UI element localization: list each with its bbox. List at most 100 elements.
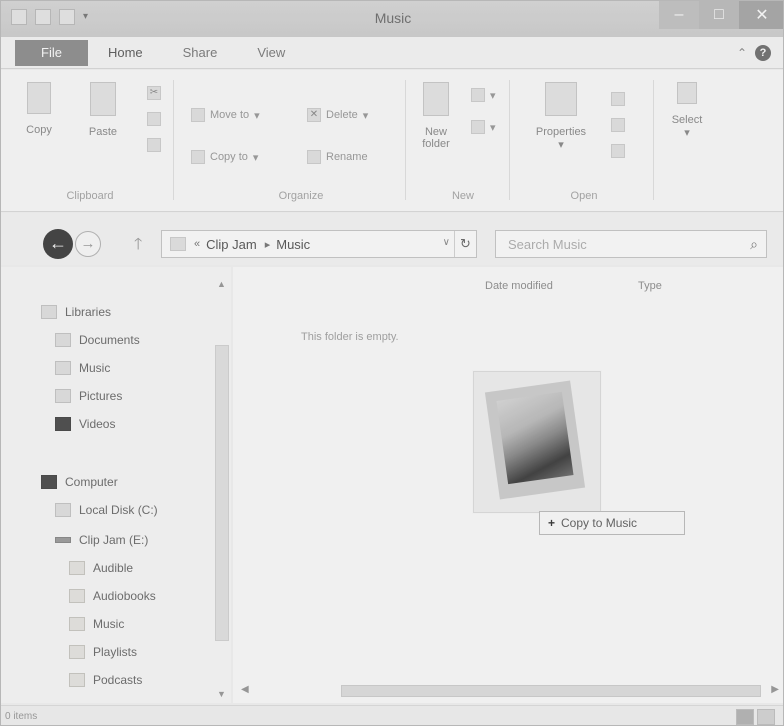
tab-view[interactable]: View [237,37,305,69]
scroll-down-icon[interactable]: ▼ [217,689,226,699]
rename-label: Rename [326,151,368,163]
tab-file[interactable]: File [15,39,88,66]
ribbon-separator [405,80,406,200]
folder-icon [69,589,85,603]
up-button[interactable]: 🡑 [134,233,142,260]
copy-button[interactable]: Copy [19,82,59,136]
documents-icon [55,333,71,347]
sidebar-folder-music[interactable]: Music [69,617,124,631]
move-to-button[interactable]: Move to ▾ [191,108,260,122]
delete-icon: ✕ [307,108,321,122]
copy-to-button[interactable]: Copy to ▾ [191,150,258,164]
new-folder-button[interactable]: New folder [413,82,459,150]
rename-button[interactable]: Rename [307,150,368,164]
horizontal-scrollbar[interactable]: ◀ ▶ [233,681,783,701]
file-list-pane: Date modified Type This folder is empty.… [233,267,783,703]
sidebar-folder-playlists[interactable]: Playlists [69,645,137,659]
thumbnail-image [496,391,574,485]
breadcrumb-music[interactable]: Music [276,237,310,252]
forward-button[interactable]: → [75,231,101,257]
refresh-button[interactable]: ↻ [454,231,476,257]
sidebar-item-label: Audible [93,561,134,575]
tab-home[interactable]: Home [88,37,163,69]
back-arrow-icon: ← [49,233,67,253]
back-button[interactable]: ← [43,229,73,259]
minimize-icon: – [674,6,684,23]
paste-button[interactable]: Paste [83,82,123,138]
maximize-button[interactable]: □ [699,1,739,29]
sidebar-item-pictures[interactable]: Pictures [55,389,122,403]
select-button[interactable]: Select ▾ [661,82,713,139]
tab-share[interactable]: Share [163,37,238,69]
paste-label: Paste [88,126,118,138]
open-button[interactable] [611,92,625,106]
scroll-left-icon[interactable]: ◀ [241,684,249,695]
details-view-icon[interactable] [736,709,754,725]
breadcrumb-overflow-icon[interactable]: « [194,238,200,250]
sidebar-item-local-disk[interactable]: Local Disk (C:) [55,503,158,517]
local-disk-icon [55,503,71,517]
properties-icon [545,82,577,116]
scroll-right-icon[interactable]: ▶ [771,684,779,695]
column-header-date-modified[interactable]: Date modified [485,280,553,292]
history-icon [611,144,625,158]
scroll-up-icon[interactable]: ▲ [217,279,226,289]
window-controls: – □ ✕ [659,1,783,29]
cut-button[interactable]: ✂ [147,86,161,100]
select-icon [677,82,697,104]
address-bar[interactable]: « Clip Jam ▸ Music ∨ ↻ [161,230,477,258]
select-label: Select [671,114,703,126]
sidebar-item-computer[interactable]: Computer [41,475,118,489]
sidebar-item-documents[interactable]: Documents [55,333,140,347]
ribbon: Copy Paste ✂ Clipboard Move to ▾ Copy to… [1,70,783,212]
easy-access-button[interactable]: ▾ [471,120,496,134]
folder-icon [69,645,85,659]
column-header-type[interactable]: Type [638,280,662,292]
search-box[interactable]: Search Music ⌕ [495,230,767,258]
sidebar-item-libraries[interactable]: Libraries [41,305,111,319]
sidebar-item-videos[interactable]: Videos [55,417,115,431]
sidebar-folder-podcasts[interactable]: Podcasts [69,673,142,687]
move-to-dropdown-icon: ▾ [254,109,260,122]
sidebar-folder-audiobooks[interactable]: Audiobooks [69,589,156,603]
new-folder-icon [423,82,449,116]
music-icon [55,361,71,375]
breadcrumb-separator-icon[interactable]: ▸ [265,238,271,251]
sidebar-item-clip-jam[interactable]: Clip Jam (E:) [55,533,148,547]
close-button[interactable]: ✕ [739,1,783,29]
sidebar-item-label: Clip Jam (E:) [79,533,149,547]
copy-to-label: Copy to [210,151,248,163]
paste-shortcut-button[interactable] [147,138,161,152]
scrollbar-thumb[interactable] [215,345,229,641]
up-arrow-icon: 🡑 [134,236,143,253]
edit-button[interactable] [611,118,625,132]
properties-button[interactable]: Properties ▾ [521,82,601,151]
paste-icon [90,82,116,116]
copy-icon [27,82,51,114]
folder-icon [170,237,186,251]
sidebar-scrollbar[interactable]: ▲ ▼ [213,273,231,701]
delete-dropdown-icon: ▾ [362,109,369,122]
copy-path-button[interactable] [147,112,161,126]
expand-ribbon-icon[interactable]: ⌃ [737,46,747,60]
ribbon-help-area: ⌃ ? [737,45,771,61]
delete-button[interactable]: ✕ Delete ▾ [307,108,368,122]
history-button[interactable] [611,144,625,158]
new-item-button[interactable]: ▾ [471,88,496,102]
breadcrumb-clip-jam[interactable]: Clip Jam [206,237,257,252]
file-explorer-window: ▾ Music – □ ✕ File Home Share View ⌃ ? C… [0,0,784,726]
sidebar-folder-audible[interactable]: Audible [69,561,133,575]
ribbon-separator [509,80,510,200]
large-icons-view-icon[interactable] [757,709,775,725]
help-icon[interactable]: ? [755,45,771,61]
copy-to-icon [191,150,205,164]
clipboard-group-label: Clipboard [66,190,114,202]
minimize-button[interactable]: – [659,1,699,29]
sidebar-item-label: Videos [79,417,116,431]
sidebar-item-music[interactable]: Music [55,361,110,375]
sidebar-item-label: Computer [65,475,118,489]
search-icon[interactable]: ⌕ [750,236,758,253]
copy-label: Copy [26,124,52,136]
scrollbar-thumb[interactable] [341,685,761,697]
address-dropdown-icon[interactable]: ∨ [443,237,450,248]
